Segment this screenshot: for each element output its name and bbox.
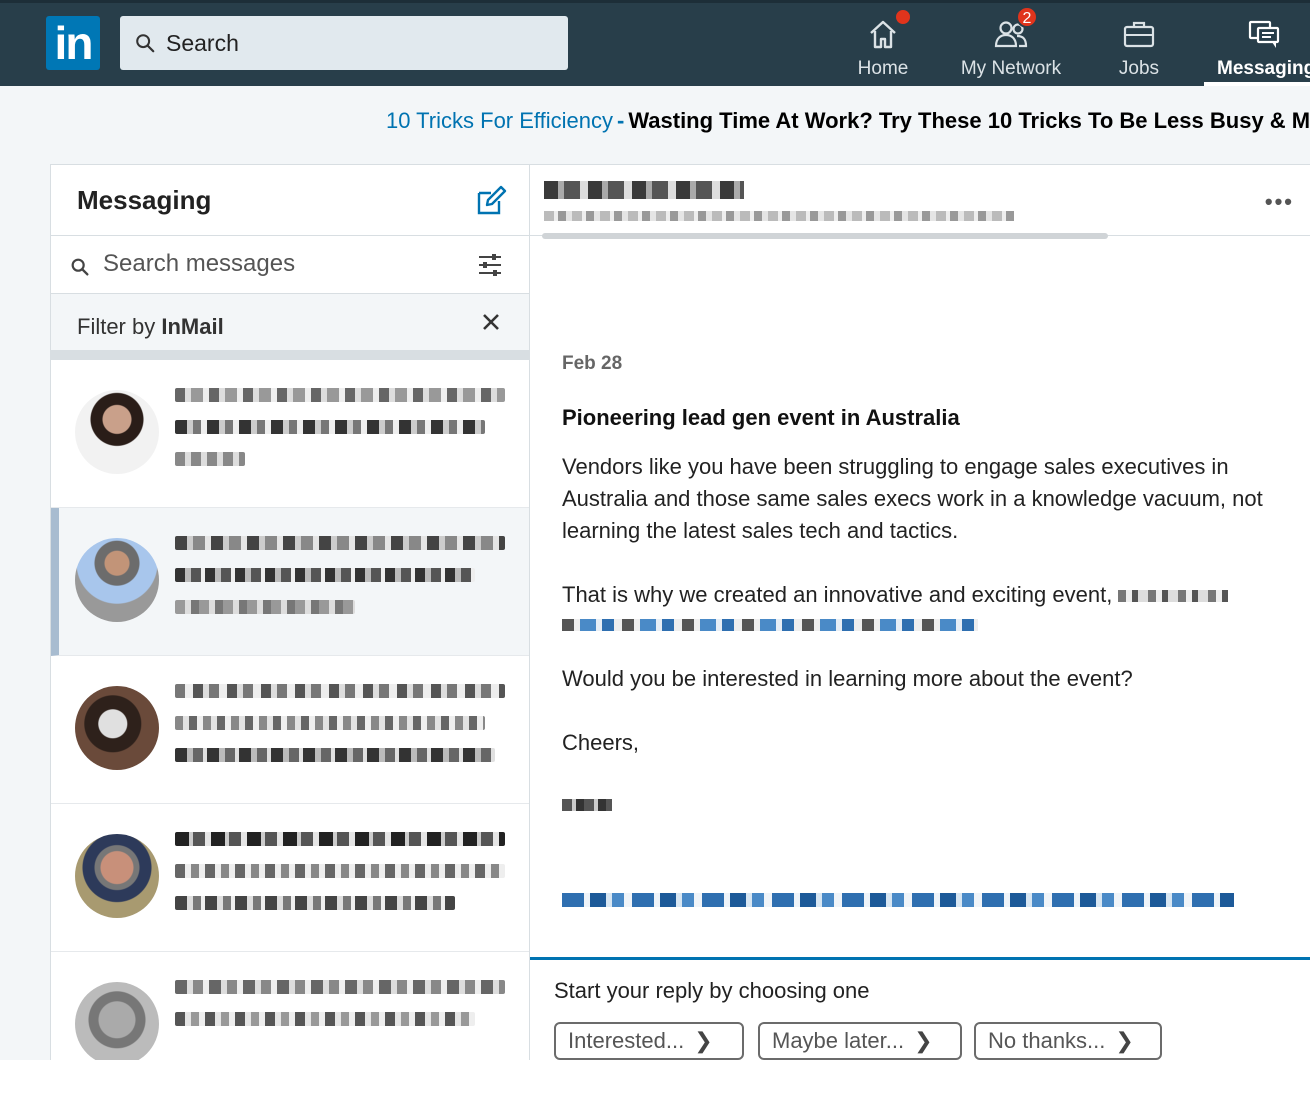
filter-prefix: Filter by bbox=[77, 314, 156, 339]
reply-option-maybe-later[interactable]: Maybe later... ❯ bbox=[758, 1022, 962, 1060]
chevron-right-icon: ❯ bbox=[1115, 1028, 1134, 1053]
nav-messaging[interactable]: Messaging bbox=[1204, 8, 1310, 86]
nav-home[interactable]: Home bbox=[848, 8, 918, 86]
footer-link-blurred[interactable] bbox=[562, 893, 1234, 907]
event-name-blurred bbox=[1118, 590, 1229, 603]
message-paragraph-3: Would you be interested in learning more… bbox=[562, 666, 1133, 691]
conversation-item[interactable] bbox=[51, 804, 529, 952]
conversation-item[interactable] bbox=[51, 360, 529, 508]
reply-option-label: Maybe later... bbox=[772, 1028, 905, 1053]
conversation-list-panel: Messaging Search messages Filter by InMa… bbox=[50, 164, 530, 1060]
conversation-header: ••• bbox=[530, 165, 1310, 239]
nav-messaging-label: Messaging bbox=[1217, 58, 1310, 79]
briefcase-icon bbox=[1123, 21, 1155, 48]
avatar bbox=[75, 982, 159, 1060]
horizontal-scrollbar[interactable] bbox=[542, 233, 1108, 239]
reply-prompt: Start your reply by choosing one bbox=[554, 978, 870, 1003]
reply-option-label: Interested... bbox=[568, 1028, 685, 1053]
ad-separator: - bbox=[617, 108, 625, 133]
message-search[interactable]: Search messages bbox=[51, 236, 529, 294]
messaging-title: Messaging bbox=[77, 185, 212, 215]
conversation-preview-blurred bbox=[175, 388, 511, 484]
home-notification-dot bbox=[894, 8, 912, 26]
avatar bbox=[75, 686, 159, 770]
ad-copy[interactable]: Wasting Time At Work? Try These 10 Trick… bbox=[628, 108, 1310, 133]
avatar bbox=[75, 538, 159, 622]
nav-home-label: Home bbox=[857, 58, 909, 79]
conversation-item[interactable] bbox=[51, 952, 529, 1060]
message-closing: Cheers, bbox=[562, 730, 640, 755]
conversation-preview-blurred bbox=[175, 536, 511, 632]
message-subject: Pioneering lead gen event in Australia bbox=[562, 405, 960, 430]
reply-option-interested[interactable]: Interested... ❯ bbox=[554, 1022, 744, 1060]
ad-text[interactable]: 10 Tricks For Efficiency - Wasting Time At… bbox=[386, 108, 1310, 134]
quick-reply-bar: Start your reply by choosing one Interes… bbox=[530, 957, 1310, 1061]
conversation-panel: ••• Feb 28 Pioneering lead gen event in … bbox=[530, 164, 1310, 1061]
event-link-blurred[interactable] bbox=[562, 619, 978, 631]
chevron-right-icon: ❯ bbox=[914, 1028, 933, 1053]
top-navigation: in Search Home 2 My Network Jobs Messagi… bbox=[0, 0, 1310, 86]
avatar bbox=[75, 390, 159, 474]
chevron-right-icon: ❯ bbox=[694, 1028, 713, 1053]
conversation-item[interactable] bbox=[51, 656, 529, 804]
nav-my-network[interactable]: 2 My Network bbox=[950, 6, 1072, 86]
sender-signature-blurred bbox=[562, 799, 612, 811]
message-body: Feb 28 Pioneering lead gen event in Aust… bbox=[562, 353, 1282, 907]
network-badge: 2 bbox=[1016, 6, 1038, 28]
page-background bbox=[0, 164, 50, 1060]
message-paragraph-2: That is why we created an innovative and… bbox=[562, 579, 1282, 631]
participant-name-blurred[interactable] bbox=[544, 181, 744, 199]
messaging-icon bbox=[1248, 20, 1280, 48]
nav-jobs-label: Jobs bbox=[1118, 58, 1160, 79]
filter-value: InMail bbox=[161, 314, 224, 339]
linkedin-logo[interactable]: in bbox=[46, 16, 100, 70]
search-icon bbox=[136, 34, 155, 53]
participant-headline-blurred bbox=[544, 211, 1014, 221]
nav-jobs[interactable]: Jobs bbox=[1106, 8, 1172, 86]
messaging-header: Messaging bbox=[51, 165, 529, 236]
filter-sliders-icon[interactable] bbox=[477, 252, 503, 278]
more-options-icon[interactable]: ••• bbox=[1265, 189, 1294, 215]
nav-my-network-label: My Network bbox=[960, 58, 1062, 79]
global-search-input[interactable]: Search bbox=[120, 16, 568, 70]
message-date: Feb 28 bbox=[562, 353, 623, 374]
ad-link[interactable]: 10 Tricks For Efficiency bbox=[386, 108, 613, 133]
message-paragraph-2-text: That is why we created an innovative and… bbox=[562, 582, 1113, 607]
page-bottom-whitespace bbox=[0, 1060, 1310, 1120]
search-icon bbox=[71, 258, 89, 276]
close-icon[interactable] bbox=[479, 310, 503, 334]
compose-icon[interactable] bbox=[475, 185, 507, 217]
inmail-filter-bar: Filter by InMail bbox=[51, 294, 529, 360]
search-placeholder: Search bbox=[166, 29, 239, 56]
avatar bbox=[75, 834, 159, 918]
conversation-item-active[interactable] bbox=[51, 508, 529, 656]
filter-label: Filter by InMail bbox=[77, 314, 224, 340]
conversation-preview-blurred bbox=[175, 832, 511, 928]
reply-option-no-thanks[interactable]: No thanks... ❯ bbox=[974, 1022, 1162, 1060]
conversation-preview-blurred bbox=[175, 980, 511, 1044]
conversation-preview-blurred bbox=[175, 684, 511, 780]
reply-option-label: No thanks... bbox=[988, 1028, 1106, 1053]
search-messages-input[interactable]: Search messages bbox=[103, 250, 295, 278]
message-paragraph-1: Vendors like you have been struggling to… bbox=[562, 454, 1263, 543]
